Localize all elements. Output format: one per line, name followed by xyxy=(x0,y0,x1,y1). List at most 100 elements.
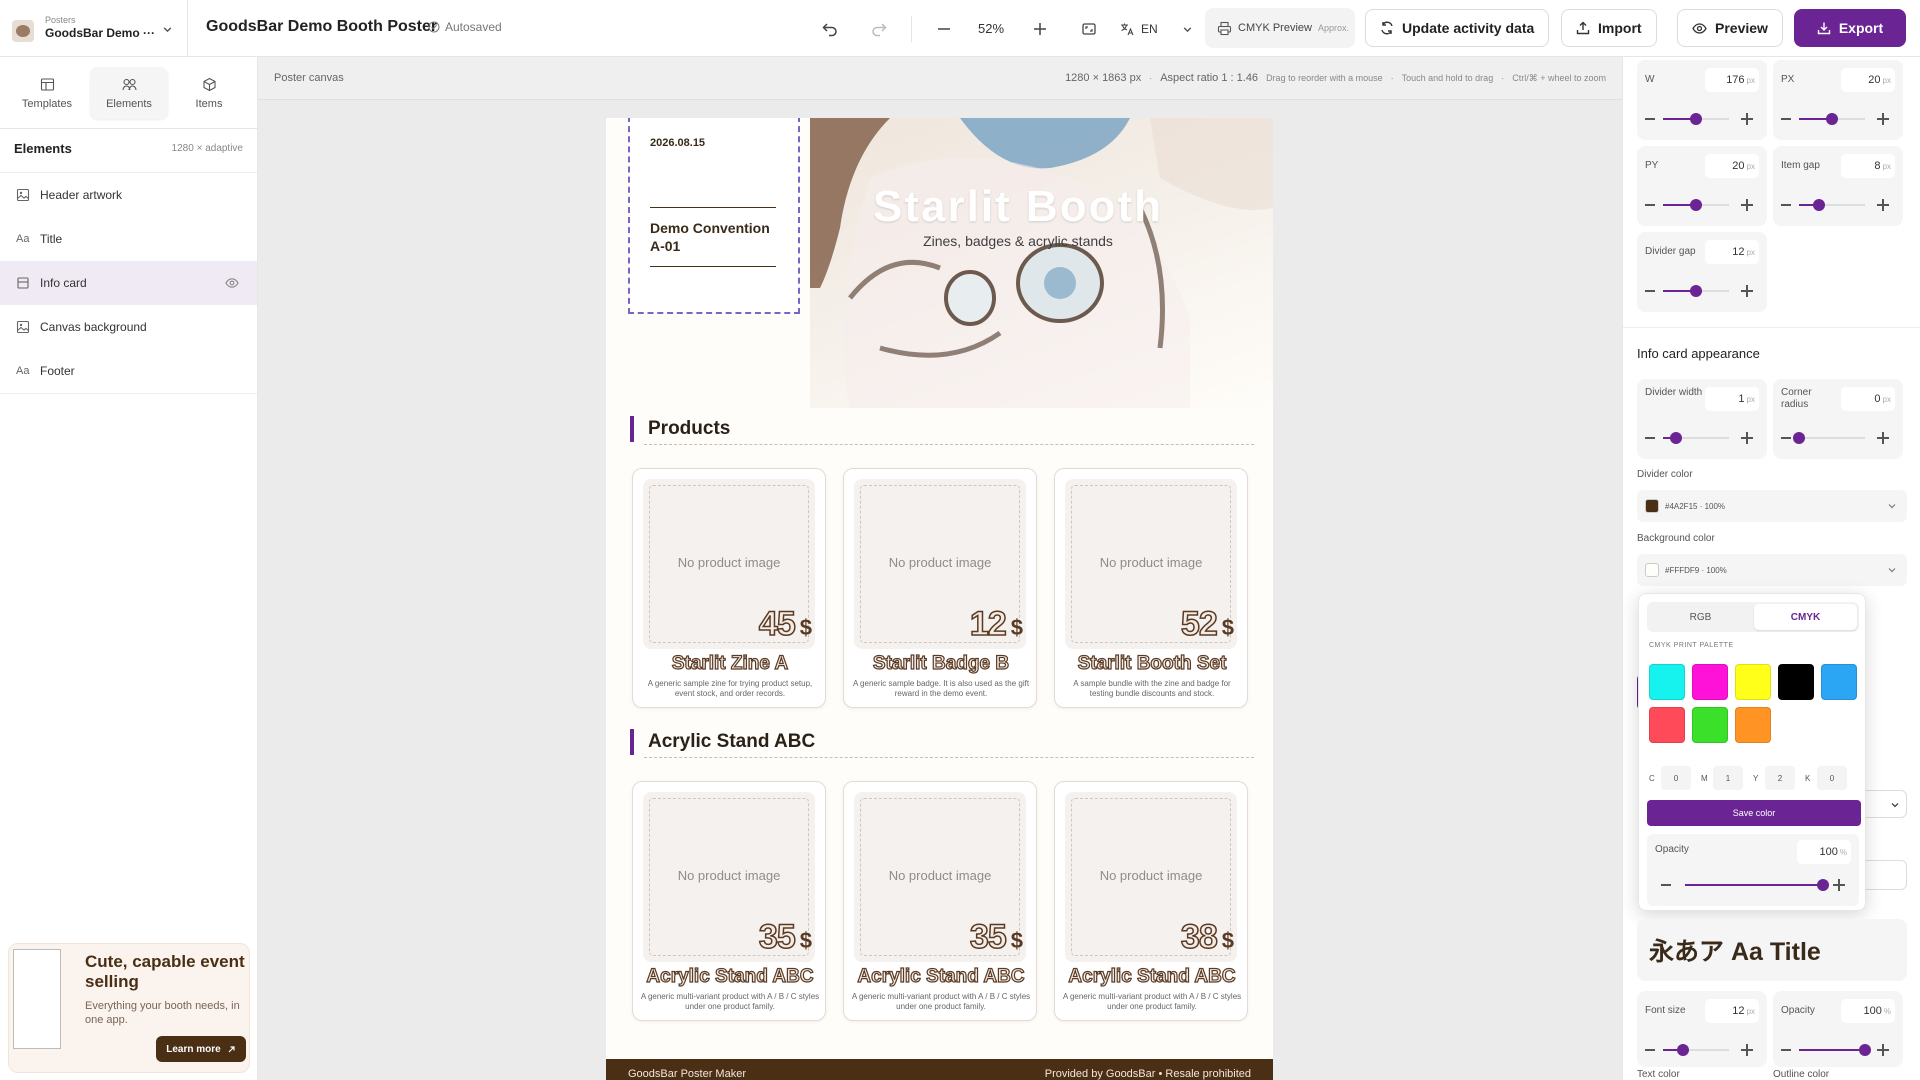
plus-icon[interactable] xyxy=(1741,285,1753,297)
export-button[interactable]: Export xyxy=(1794,9,1906,47)
minus-icon[interactable] xyxy=(1645,290,1655,292)
corner-radius-input[interactable]: 0 px xyxy=(1841,387,1895,411)
slider-thumb[interactable] xyxy=(1690,199,1702,211)
learn-more-button[interactable]: Learn more xyxy=(156,1036,246,1062)
plus-icon[interactable] xyxy=(1877,432,1889,444)
document-title[interactable]: GoodsBar Demo Booth Poster xyxy=(206,18,437,36)
opacity-slider-track[interactable] xyxy=(1685,884,1823,886)
product-card[interactable]: No product image 35 $ Acrylic Stand ABC A… xyxy=(632,781,826,1021)
palette-swatch-cyan[interactable] xyxy=(1649,664,1685,700)
tab-rgb[interactable]: RGB xyxy=(1649,604,1752,630)
plus-icon[interactable] xyxy=(1741,1044,1753,1056)
width-control[interactable]: W 176 px xyxy=(1637,60,1767,140)
divider-gap-control[interactable]: Divider gap 12 px xyxy=(1637,232,1767,312)
element-item-info-card[interactable]: Info card xyxy=(0,261,257,305)
palette-swatch-orange[interactable] xyxy=(1735,707,1771,743)
element-item-header-artwork[interactable]: Header artwork xyxy=(0,173,257,217)
palette-swatch-black[interactable] xyxy=(1778,664,1814,700)
minus-icon[interactable] xyxy=(1661,884,1671,886)
poster-title[interactable]: Starlit Booth xyxy=(868,182,1168,232)
item-gap-control[interactable]: Item gap 8 px xyxy=(1773,146,1903,226)
opacity-slider-thumb[interactable] xyxy=(1817,879,1829,891)
redo-icon[interactable] xyxy=(866,16,892,42)
font-preview[interactable]: 永あア Aa Title xyxy=(1637,919,1907,981)
palette-swatch-magenta[interactable] xyxy=(1692,664,1728,700)
font-opacity-input[interactable]: 100% xyxy=(1841,999,1895,1023)
update-activity-button[interactable]: Update activity data xyxy=(1365,9,1550,47)
minus-icon[interactable] xyxy=(1645,437,1655,439)
product-card[interactable]: No product image 52 $ Starlit Booth Set A… xyxy=(1054,468,1248,708)
divider-width-control[interactable]: Divider width 1 px xyxy=(1637,379,1767,459)
palette-swatch-green[interactable] xyxy=(1692,707,1728,743)
palette-swatch-blue[interactable] xyxy=(1821,664,1857,700)
poster-subtitle[interactable]: Zines, badges & acrylic stands xyxy=(868,233,1168,249)
poster-canvas[interactable]: Starlit Booth Zines, badges & acrylic st… xyxy=(606,118,1273,1080)
magenta-input[interactable]: 1 xyxy=(1713,766,1743,790)
fit-screen-icon[interactable] xyxy=(1076,16,1102,42)
save-color-button[interactable]: Save color xyxy=(1647,800,1861,826)
slider-thumb[interactable] xyxy=(1690,285,1702,297)
plus-icon[interactable] xyxy=(1741,113,1753,125)
tab-elements[interactable]: Elements xyxy=(90,67,168,119)
minus-icon[interactable] xyxy=(1645,204,1655,206)
palette-swatch-yellow[interactable] xyxy=(1735,664,1771,700)
product-card[interactable]: No product image 35 $ Acrylic Stand ABC A… xyxy=(843,781,1037,1021)
background-color-select[interactable]: #FFFDF9 · 100% xyxy=(1637,554,1907,586)
cmyk-preview-toggle[interactable]: CMYK Preview Approx. xyxy=(1205,8,1355,48)
slider-thumb[interactable] xyxy=(1826,113,1838,125)
font-size-control[interactable]: Font size 12 px xyxy=(1637,991,1767,1067)
plus-icon[interactable] xyxy=(1741,199,1753,211)
corner-radius-control[interactable]: Corner radius 0 px xyxy=(1773,379,1903,459)
slider-thumb[interactable] xyxy=(1859,1044,1871,1056)
language-selector[interactable]: EN xyxy=(1120,16,1193,42)
section-title[interactable]: Products xyxy=(630,416,730,442)
padding-x-input[interactable]: 20 px xyxy=(1841,68,1895,92)
minus-icon[interactable] xyxy=(1781,204,1791,206)
product-card[interactable]: No product image 45 $ Starlit Zine A A ge… xyxy=(632,468,826,708)
product-card[interactable]: No product image 38 $ Acrylic Stand ABC A… xyxy=(1054,781,1248,1021)
opacity-control[interactable]: Opacity 100% xyxy=(1647,834,1859,906)
element-item-footer[interactable]: Aa Footer xyxy=(0,349,257,393)
opacity-input[interactable]: 100% xyxy=(1797,840,1851,864)
divider-gap-input[interactable]: 12 px xyxy=(1705,240,1759,264)
tab-items[interactable]: Items xyxy=(170,67,248,119)
slider-track[interactable] xyxy=(1799,437,1865,439)
slider-thumb[interactable] xyxy=(1813,199,1825,211)
plus-icon[interactable] xyxy=(1877,1044,1889,1056)
padding-y-control[interactable]: PY 20 px xyxy=(1637,146,1767,226)
plus-icon[interactable] xyxy=(1877,199,1889,211)
plus-icon[interactable] xyxy=(1741,432,1753,444)
yellow-input[interactable]: 2 xyxy=(1765,766,1795,790)
product-card[interactable]: No product image 12 $ Starlit Badge B A g… xyxy=(843,468,1037,708)
tab-templates[interactable]: Templates xyxy=(8,67,86,119)
zoom-out-icon[interactable] xyxy=(931,16,957,42)
minus-icon[interactable] xyxy=(1645,118,1655,120)
minus-icon[interactable] xyxy=(1781,118,1791,120)
plus-icon[interactable] xyxy=(1877,113,1889,125)
undo-icon[interactable] xyxy=(817,16,843,42)
header-artwork[interactable] xyxy=(810,118,1273,408)
project-switcher[interactable]: Posters GoodsBar Demo ··· xyxy=(12,12,182,46)
key-input[interactable]: 0 xyxy=(1817,766,1847,790)
slider-thumb[interactable] xyxy=(1793,432,1805,444)
eye-icon[interactable] xyxy=(225,276,239,290)
palette-swatch-red[interactable] xyxy=(1649,707,1685,743)
import-button[interactable]: Import xyxy=(1561,9,1657,47)
preview-button[interactable]: Preview xyxy=(1677,9,1783,47)
divider-width-input[interactable]: 1 px xyxy=(1705,387,1759,411)
slider-thumb[interactable] xyxy=(1690,113,1702,125)
info-card[interactable]: 2026.08.15 Demo Convention A-01 xyxy=(628,118,800,314)
minus-icon[interactable] xyxy=(1781,1049,1791,1051)
padding-x-control[interactable]: PX 20 px xyxy=(1773,60,1903,140)
minus-icon[interactable] xyxy=(1781,437,1791,439)
section-title[interactable]: Acrylic Stand ABC xyxy=(630,729,815,755)
padding-y-input[interactable]: 20 px xyxy=(1705,154,1759,178)
width-input[interactable]: 176 px xyxy=(1705,68,1759,92)
plus-icon[interactable] xyxy=(1833,879,1845,891)
divider-color-select[interactable]: #4A2F15 · 100% xyxy=(1637,490,1907,522)
item-gap-input[interactable]: 8 px xyxy=(1841,154,1895,178)
cyan-input[interactable]: 0 xyxy=(1661,766,1691,790)
slider-thumb[interactable] xyxy=(1670,432,1682,444)
element-item-canvas-background[interactable]: Canvas background xyxy=(0,305,257,349)
poster-footer[interactable]: GoodsBar Poster Maker Provided by GoodsB… xyxy=(606,1059,1273,1080)
